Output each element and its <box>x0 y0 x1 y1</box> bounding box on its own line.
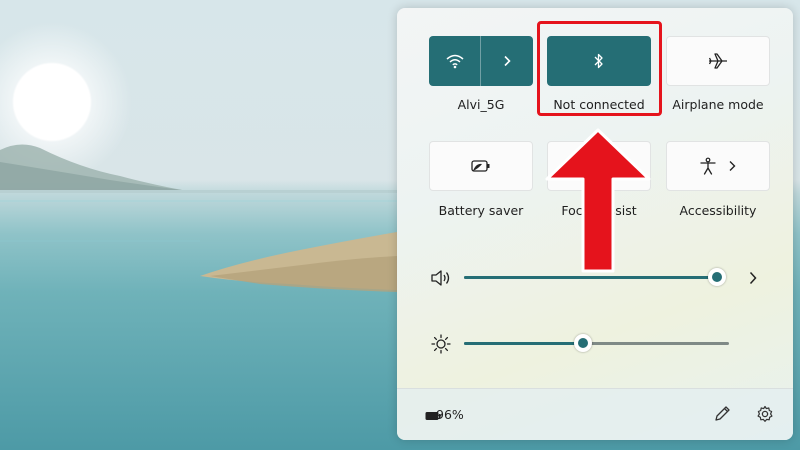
accessibility-label: Accessibility <box>679 203 757 218</box>
pencil-icon <box>715 406 730 421</box>
speaker-icon <box>431 270 450 286</box>
airplane-mode-tile[interactable] <box>666 36 770 86</box>
accessibility-icon <box>700 157 716 175</box>
battery-saver-icon <box>471 160 490 172</box>
bluetooth-highlight-box <box>537 21 662 116</box>
airplane-mode-label: Airplane mode <box>672 97 764 112</box>
mute-button[interactable] <box>429 268 453 288</box>
brightness-slider-fill <box>464 342 584 345</box>
battery-saver-label: Battery saver <box>438 203 524 218</box>
brightness-slider[interactable] <box>464 334 729 352</box>
gear-icon <box>757 405 773 422</box>
wifi-expand-button[interactable] <box>481 36 533 86</box>
edit-quick-settings-button[interactable] <box>711 403 733 425</box>
settings-button[interactable] <box>754 403 776 425</box>
battery-saver-tile[interactable] <box>429 141 533 191</box>
volume-slider-thumb[interactable] <box>708 268 727 286</box>
brightness-slider-thumb[interactable] <box>574 334 593 352</box>
accessibility-tile[interactable] <box>666 141 770 191</box>
airplane-icon <box>708 53 727 69</box>
wifi-tile[interactable] <box>429 36 533 86</box>
chevron-right-icon <box>504 55 511 67</box>
wifi-toggle[interactable] <box>429 36 480 86</box>
quick-settings-footer: 96% <box>397 388 793 440</box>
chevron-right-icon <box>749 271 757 285</box>
brightness-indicator <box>430 333 452 355</box>
up-arrow-icon <box>545 128 651 273</box>
battery-percentage: 96% <box>436 407 464 422</box>
wifi-tile-label: Alvi_5G <box>457 97 505 112</box>
wifi-icon <box>446 54 463 69</box>
annotation-arrow <box>545 128 651 277</box>
audio-output-button[interactable] <box>743 268 763 288</box>
chevron-right-icon <box>729 161 736 171</box>
brightness-icon <box>431 334 451 354</box>
